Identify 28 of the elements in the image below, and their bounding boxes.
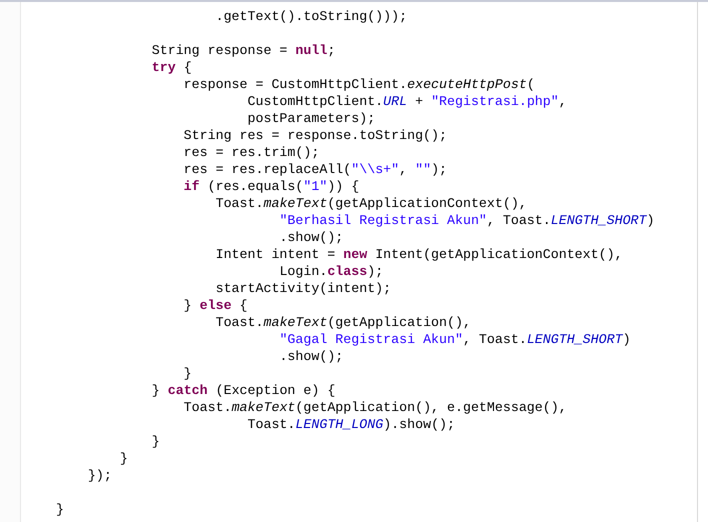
code-line: Toast.LENGTH_LONG).show(); xyxy=(248,417,456,432)
code-line: String response = null; xyxy=(152,43,336,58)
code-line: } else { xyxy=(184,298,248,313)
code-line: } xyxy=(56,502,64,517)
code-line: postParameters); xyxy=(248,111,376,126)
code-line: response = CustomHttpClient.executeHttpPost( xyxy=(184,77,535,92)
code-line: Login.class); xyxy=(279,264,384,279)
code-line: } xyxy=(152,434,160,449)
code-line: .show(); xyxy=(279,349,344,364)
code-line: Toast.makeText(getApplicationContext(), xyxy=(216,196,527,211)
code-line: Toast.makeText(getApplication(), e.getMessage(), xyxy=(184,400,567,415)
code-line: .getText().toString())); xyxy=(216,9,408,24)
code-line: } catch (Exception e) { xyxy=(152,383,336,398)
code-line: } xyxy=(120,451,128,466)
code-line: CustomHttpClient.URL + "Registrasi.php", xyxy=(248,94,567,109)
code-line: Toast.makeText(getApplication(), xyxy=(216,315,471,330)
code-line: startActivity(intent); xyxy=(216,281,392,296)
code-line: "Berhasil Registrasi Akun", Toast.LENGTH_SHORT) xyxy=(279,213,654,228)
code-line: try { xyxy=(152,60,192,75)
code-line: res = res.trim(); xyxy=(184,145,320,160)
code-line: }); xyxy=(88,468,112,483)
code-line: String res = response.toString(); xyxy=(184,128,447,143)
code-line: "Gagal Registrasi Akun", Toast.LENGTH_SHORT) xyxy=(279,332,631,347)
code-line: if (res.equals("1")) { xyxy=(184,179,360,194)
code-line: } xyxy=(184,366,192,381)
code-line: .show(); xyxy=(279,230,344,245)
code-line: res = res.replaceAll("\\s+", ""); xyxy=(184,162,448,177)
code-line: Intent intent = new Intent(getApplicationContext(), xyxy=(216,247,623,262)
